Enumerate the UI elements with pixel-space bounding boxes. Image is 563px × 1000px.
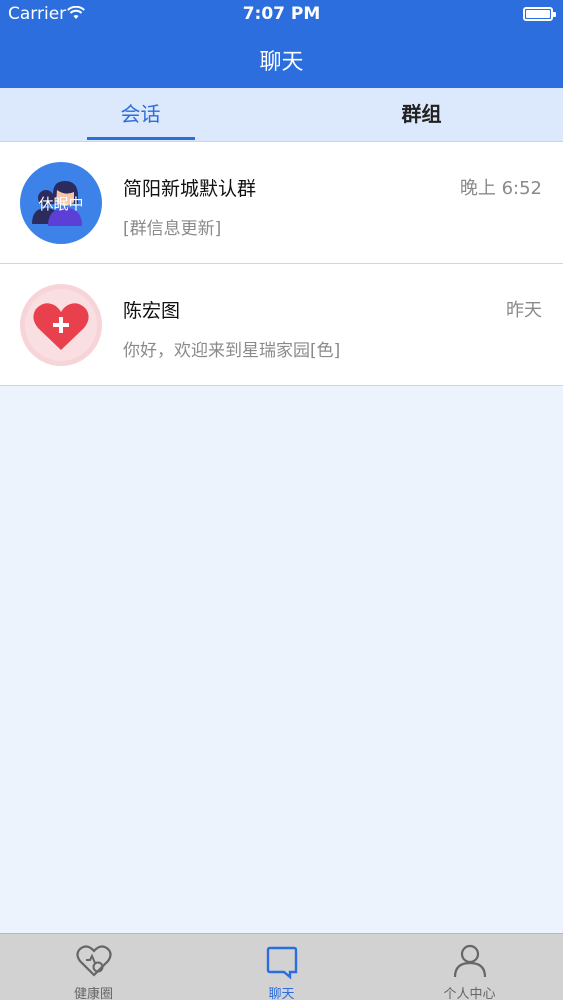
segment-tabs: 会话 群组 (0, 88, 563, 142)
tab-conversations[interactable]: 会话 (0, 88, 281, 141)
tabbar-item-profile[interactable]: 个人中心 (376, 934, 563, 1000)
status-time: 7:07 PM (242, 4, 321, 24)
tabbar-label: 健康圈 (73, 987, 113, 1000)
tabbar-label: 聊天 (268, 987, 295, 1000)
tabbar-label: 个人中心 (443, 987, 496, 1000)
conversation-time: 昨天 (506, 300, 542, 321)
header: Carrier 7:07 PM 聊天 (0, 0, 563, 88)
bottom-tab-bar: 健康圈 聊天 个人中心 (0, 933, 563, 1000)
page-title: 聊天 (259, 50, 304, 75)
chat-bubble-icon (266, 946, 298, 980)
conversation-name: 简阳新城默认群 (123, 178, 257, 200)
conversation-preview: 你好，欢迎来到星瑞家园[色] (123, 341, 341, 361)
tabbar-item-chat[interactable]: 聊天 (188, 934, 375, 1000)
conversation-preview: [群信息更新] (123, 219, 222, 239)
person-icon (453, 944, 487, 978)
conversation-item[interactable]: 陈宏图 昨天 你好，欢迎来到星瑞家园[色] (0, 264, 563, 386)
tabbar-item-health[interactable]: 健康圈 (0, 934, 187, 1000)
tab-groups[interactable]: 群组 (281, 88, 562, 141)
active-tab-indicator (87, 137, 195, 140)
heart-plus-icon (20, 284, 102, 366)
group-avatar-icon: 休眠中 (20, 162, 102, 244)
heart-health-icon (76, 945, 112, 977)
conversation-list: 休眠中 简阳新城默认群 晚上 6:52 [群信息更新] 陈宏图 昨天 你好，欢迎… (0, 142, 563, 386)
conversation-time: 晚上 6:52 (459, 178, 542, 199)
status-bar: Carrier 7:07 PM (0, 0, 563, 30)
conversation-name: 陈宏图 (123, 300, 181, 322)
conversation-item[interactable]: 休眠中 简阳新城默认群 晚上 6:52 [群信息更新] (0, 142, 563, 264)
battery-icon (523, 7, 556, 21)
avatar-status-text: 休眠中 (38, 195, 84, 213)
